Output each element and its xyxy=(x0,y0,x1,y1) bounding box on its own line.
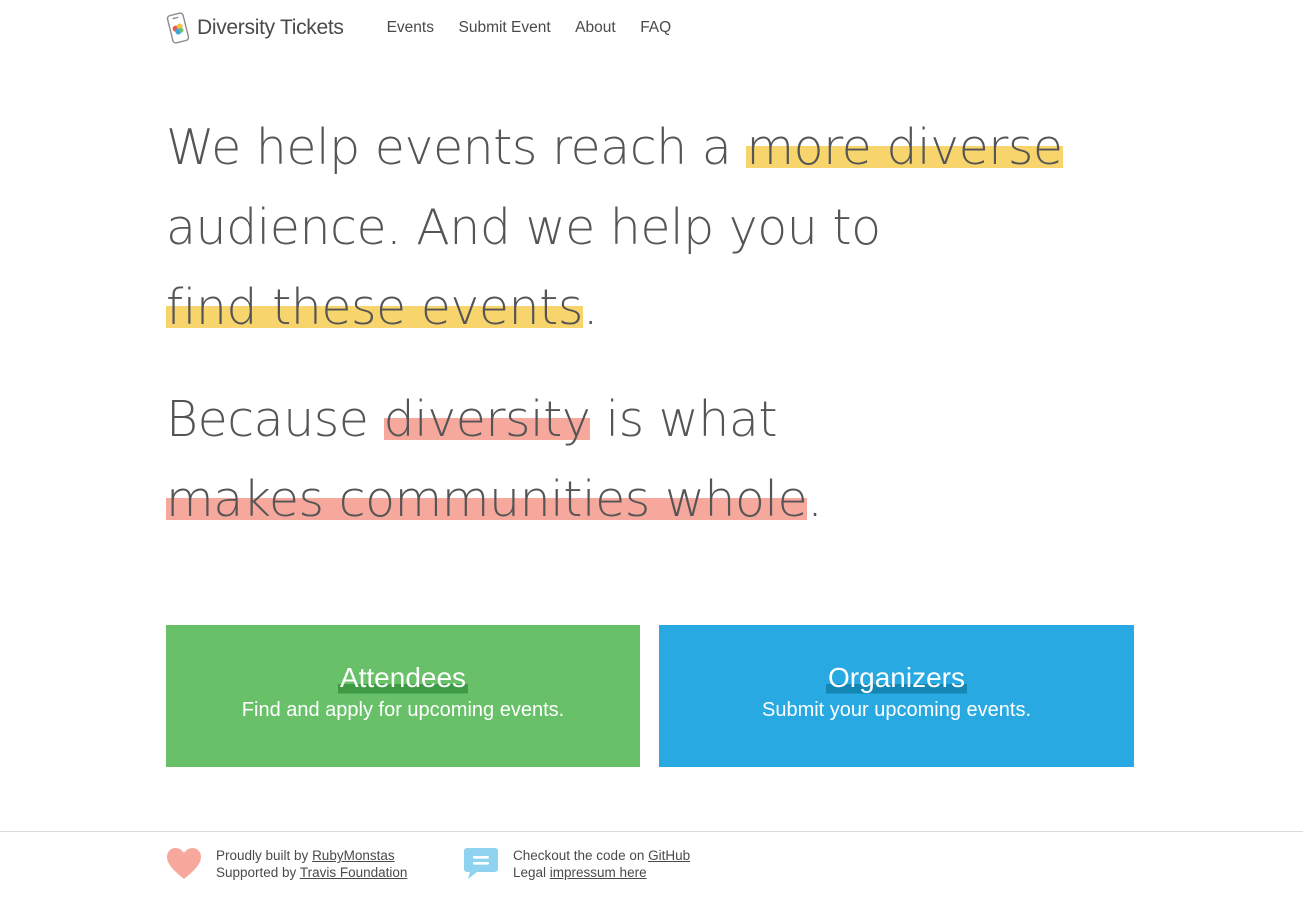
logo-icon xyxy=(166,12,190,44)
hero-line3-period: . xyxy=(582,279,599,336)
highlight-more-diverse: more diverse xyxy=(746,119,1063,176)
logo-link[interactable]: Diversity Tickets xyxy=(166,11,344,45)
organizers-title: Organizers xyxy=(826,661,967,695)
legal-prefix: Legal xyxy=(513,865,550,880)
travis-foundation-link[interactable]: Travis Foundation xyxy=(300,865,408,880)
built-by-prefix: Proudly built by xyxy=(216,848,313,863)
legal-line: Legal impressum here xyxy=(513,864,690,881)
organizers-subtitle: Submit your upcoming events. xyxy=(761,699,1032,721)
hero-p2-text-a: Because xyxy=(166,391,384,448)
hero-line2-text: audience. And we help you to xyxy=(166,199,881,256)
highlight-diversity: diversity xyxy=(383,391,591,448)
heart-icon xyxy=(167,848,201,879)
chat-bubble-icon xyxy=(464,848,498,879)
organizers-card[interactable]: Organizers Submit your upcoming events. xyxy=(659,625,1134,767)
nav-about[interactable]: About xyxy=(575,19,616,37)
github-line: Checkout the code on GitHub xyxy=(513,847,690,864)
impressum-link[interactable]: impressum here xyxy=(550,865,647,880)
attendees-subtitle: Find and apply for upcoming events. xyxy=(241,699,565,721)
hero-paragraph-2: Because diversity is what makes communit… xyxy=(166,380,1066,540)
hero-text: We help events reach a more diverse audi… xyxy=(166,108,1066,540)
hero-paragraph-1: We help events reach a more diverse audi… xyxy=(166,108,1066,348)
hero-p2-text-b: is what xyxy=(590,391,778,448)
highlight-makes-communities-whole: makes communities whole xyxy=(166,471,808,528)
hero-p2-period: . xyxy=(807,471,823,528)
supported-by-line: Supported by Travis Foundation xyxy=(216,864,407,881)
footer-credits: Proudly built by RubyMonstas Supported b… xyxy=(166,847,407,881)
main-nav: Events Submit Event About FAQ xyxy=(387,19,696,37)
attendees-title: Attendees xyxy=(337,661,469,695)
built-by-line: Proudly built by RubyMonstas xyxy=(216,847,407,864)
logo-text: Diversity Tickets xyxy=(197,16,344,39)
footer-links: Checkout the code on GitHub Legal impres… xyxy=(463,847,690,881)
rubymonstas-link[interactable]: RubyMonstas xyxy=(312,848,395,863)
site-header: Diversity Tickets Events Submit Event Ab… xyxy=(166,12,696,44)
github-prefix: Checkout the code on xyxy=(513,848,649,863)
attendees-card[interactable]: Attendees Find and apply for upcoming ev… xyxy=(166,625,640,767)
hero-line1-text: We help events reach a xyxy=(166,119,747,176)
nav-faq[interactable]: FAQ xyxy=(640,19,671,37)
github-link[interactable]: GitHub xyxy=(648,848,690,863)
nav-submit-event[interactable]: Submit Event xyxy=(458,19,550,37)
nav-events[interactable]: Events xyxy=(387,19,434,37)
supported-by-prefix: Supported by xyxy=(216,865,300,880)
site-footer: Proudly built by RubyMonstas Supported b… xyxy=(0,831,1303,902)
highlight-find-these-events: find these events xyxy=(166,279,583,336)
